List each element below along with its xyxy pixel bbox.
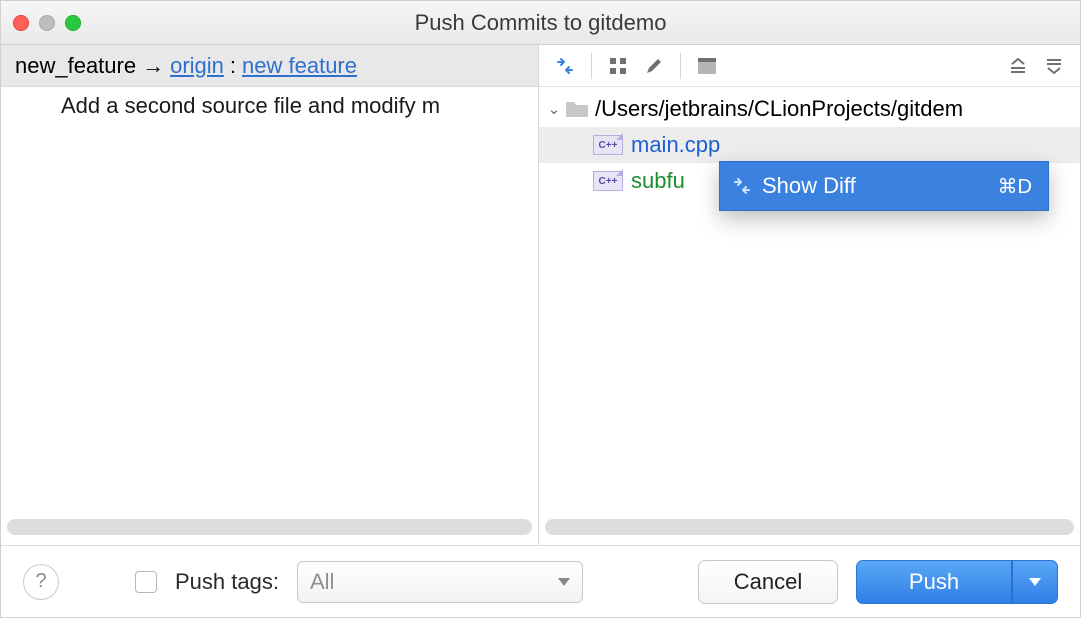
- help-button[interactable]: ?: [23, 564, 59, 600]
- remote-branch-link[interactable]: new feature: [242, 53, 357, 79]
- close-window-button[interactable]: [13, 15, 29, 31]
- horizontal-scrollbar[interactable]: [7, 519, 532, 535]
- file-name: subfu: [631, 168, 685, 194]
- push-commits-dialog: Push Commits to gitdemo new_feature → or…: [0, 0, 1081, 618]
- push-button[interactable]: Push: [856, 560, 1012, 604]
- colon: :: [230, 53, 236, 79]
- cpp-file-icon: C++: [593, 171, 623, 191]
- collapse-all-icon[interactable]: [1038, 50, 1070, 82]
- title-bar: Push Commits to gitdemo: [1, 1, 1080, 45]
- show-diff-icon[interactable]: [549, 50, 581, 82]
- folder-icon: [565, 99, 589, 119]
- remote-link[interactable]: origin: [170, 53, 224, 79]
- dialog-body: new_feature → origin : new feature Add a…: [1, 45, 1080, 545]
- show-diff-icon: [732, 176, 752, 196]
- chevron-down-icon: [1029, 578, 1041, 586]
- local-branch-name: new_feature: [15, 53, 136, 79]
- minimize-window-button[interactable]: [39, 15, 55, 31]
- context-menu-label: Show Diff: [762, 173, 856, 199]
- window-title: Push Commits to gitdemo: [1, 10, 1080, 36]
- branch-bar: new_feature → origin : new feature: [1, 45, 538, 87]
- cpp-file-icon: C++: [593, 135, 623, 155]
- cancel-button[interactable]: Cancel: [698, 560, 838, 604]
- push-dropdown-button[interactable]: [1012, 560, 1058, 604]
- file-name: main.cpp: [631, 132, 720, 158]
- zoom-window-button[interactable]: [65, 15, 81, 31]
- arrow-right-icon: →: [142, 53, 164, 79]
- push-tags-combo-value: All: [310, 569, 334, 595]
- context-menu-shortcut: ⌘D: [998, 174, 1032, 199]
- horizontal-scrollbar[interactable]: [545, 519, 1074, 535]
- root-path: /Users/jetbrains/CLionProjects/gitdem: [595, 96, 963, 122]
- chevron-down-icon[interactable]: ⌄: [545, 100, 563, 118]
- dialog-footer: ? Push tags: All Cancel Push: [1, 545, 1080, 617]
- window-controls: [13, 15, 81, 31]
- context-menu-item-show-diff[interactable]: Show Diff ⌘D: [720, 166, 1048, 206]
- preview-icon[interactable]: [691, 50, 723, 82]
- expand-all-icon[interactable]: [1002, 50, 1034, 82]
- push-tags-combo[interactable]: All: [297, 561, 583, 603]
- tree-root-row[interactable]: ⌄ /Users/jetbrains/CLionProjects/gitdem: [539, 91, 1080, 127]
- group-by-icon[interactable]: [602, 50, 634, 82]
- files-toolbar: [539, 45, 1080, 87]
- edit-icon[interactable]: [638, 50, 670, 82]
- chevron-down-icon: [558, 578, 570, 586]
- file-row-main[interactable]: C++ main.cpp: [539, 127, 1080, 163]
- context-menu: Show Diff ⌘D: [719, 161, 1049, 211]
- commits-panel: new_feature → origin : new feature Add a…: [1, 45, 539, 545]
- push-tags-label: Push tags:: [175, 569, 279, 595]
- push-tags-checkbox[interactable]: [135, 571, 157, 593]
- commit-message[interactable]: Add a second source file and modify m: [1, 87, 538, 119]
- files-panel: ⌄ /Users/jetbrains/CLionProjects/gitdem …: [539, 45, 1080, 545]
- push-button-group: Push: [856, 560, 1058, 604]
